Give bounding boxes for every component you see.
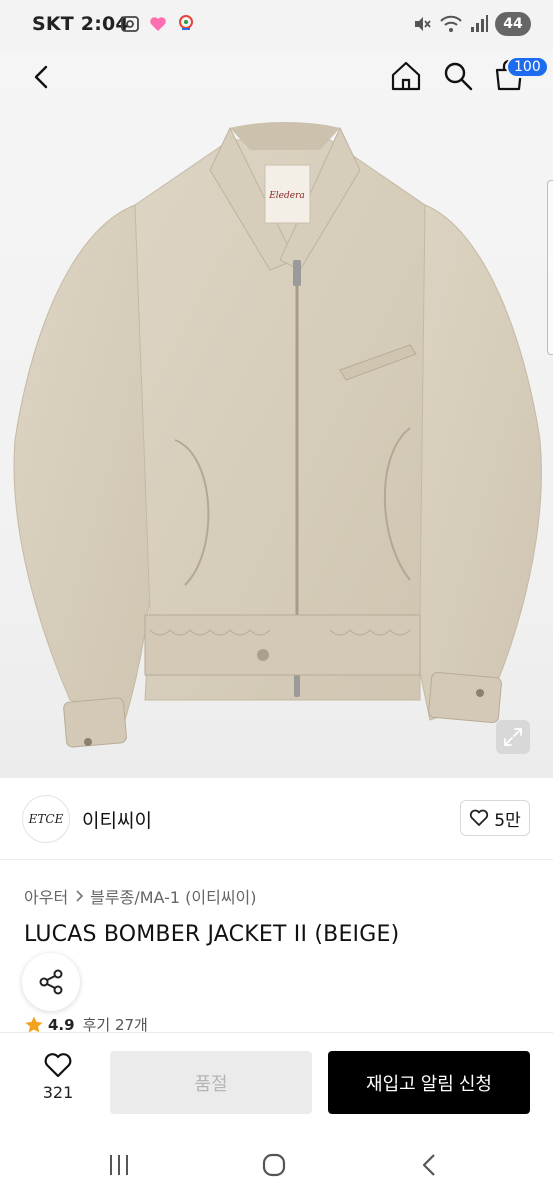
bottom-action-bar: 321 품절 재입고 알림 신청 — [0, 1032, 553, 1128]
heart-icon — [150, 17, 166, 31]
jacket-label-text: Eledera — [268, 191, 305, 201]
cart-count-badge: 100 — [506, 56, 549, 78]
wifi-icon — [440, 15, 462, 32]
brand-name[interactable]: 이티씨이 — [82, 806, 152, 833]
status-icons-left — [120, 14, 196, 34]
status-time: SKT 2:04 — [32, 13, 129, 35]
side-panel-handle[interactable] — [547, 180, 553, 355]
home-icon[interactable] — [388, 58, 424, 94]
back-icon[interactable] — [24, 60, 58, 94]
brand-like-button[interactable]: 5만 — [460, 800, 530, 836]
restock-alert-button[interactable]: 재입고 알림 신청 — [328, 1051, 530, 1114]
breadcrumb-subcategory[interactable]: 블루종/MA-1 (이티씨이) — [90, 884, 256, 908]
wishlist-count: 321 — [42, 1083, 74, 1102]
brand-like-count: 5만 — [494, 810, 521, 831]
app-header — [0, 50, 553, 102]
mute-icon — [415, 17, 431, 31]
rating-value: 4.9 — [48, 1015, 75, 1034]
heart-outline-icon — [470, 809, 489, 826]
expand-image-button[interactable] — [496, 720, 530, 754]
location-icon — [179, 15, 193, 30]
chevron-right-icon — [76, 890, 84, 902]
share-button[interactable] — [22, 953, 80, 1011]
expand-icon — [504, 728, 522, 746]
screenshot-icon — [121, 16, 139, 32]
signal-icon — [471, 15, 488, 32]
status-bar: SKT 2:04 44 — [0, 0, 553, 50]
recent-apps-icon[interactable] — [104, 1150, 134, 1180]
status-icons-right: 44 — [411, 12, 531, 36]
share-icon — [39, 969, 63, 995]
back-nav-icon[interactable] — [415, 1150, 445, 1180]
brand-logo[interactable]: ETCE — [22, 795, 70, 843]
breadcrumb-category[interactable]: 아우터 — [24, 884, 68, 908]
heart-outline-icon — [44, 1053, 72, 1078]
search-icon[interactable] — [440, 58, 476, 94]
breadcrumb: 아우터 블루종/MA-1 (이티씨이) — [24, 884, 257, 908]
product-page: SKT 2:04 44 Eledera 100 ETCE 이티씨이 5만 아우터… — [0, 0, 553, 1200]
battery-indicator: 44 — [495, 12, 531, 36]
product-title: LUCAS BOMBER JACKET II (BEIGE) — [24, 922, 400, 947]
wishlist-button[interactable]: 321 — [26, 1051, 90, 1102]
brand-row: ETCE 이티씨이 5만 — [0, 778, 553, 860]
soldout-button[interactable]: 품절 — [110, 1051, 312, 1114]
product-image[interactable]: Eledera — [0, 110, 553, 750]
system-nav-bar — [0, 1128, 553, 1200]
home-circle-icon[interactable] — [259, 1150, 289, 1180]
